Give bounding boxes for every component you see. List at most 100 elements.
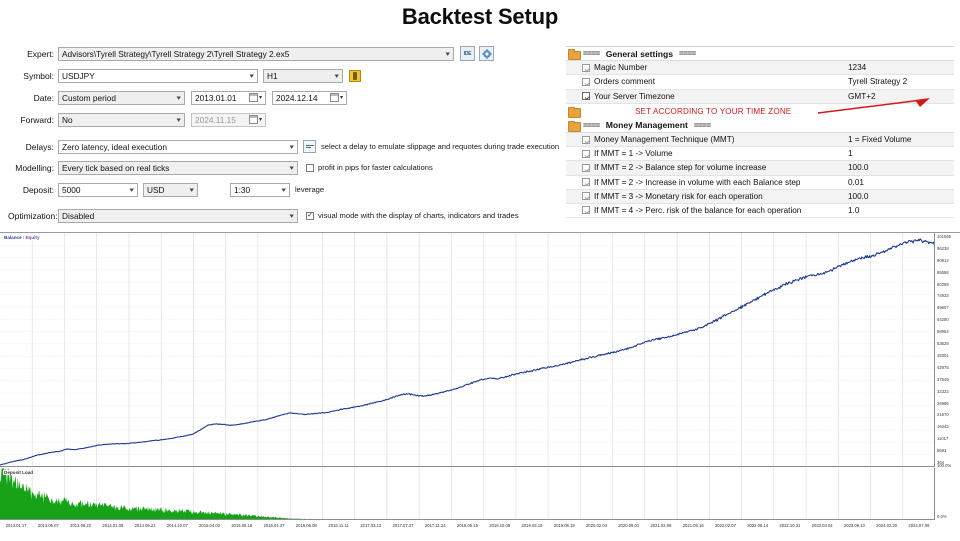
deposit-currency-select[interactable]: USD bbox=[143, 182, 198, 197]
folder-icon bbox=[568, 120, 581, 132]
header-dashes-right: ==== bbox=[693, 120, 711, 130]
equity-curve-svg bbox=[0, 233, 934, 466]
date-from-input[interactable]: 2013.01.01 ▾ bbox=[191, 90, 266, 105]
optimization-select[interactable]: Disabled bbox=[58, 208, 298, 223]
row-checkbox[interactable] bbox=[582, 63, 590, 72]
date-row: Date: Custom period 2013.01.01 ▾ 2024.12… bbox=[8, 90, 564, 105]
deposit-amount-select[interactable]: 5000 bbox=[58, 182, 138, 197]
deposit-label: Deposit: bbox=[22, 184, 54, 195]
row-checkbox[interactable] bbox=[582, 135, 590, 144]
delays-select[interactable]: Zero latency, ideal execution bbox=[58, 139, 298, 154]
visual-mode-label: visual mode with the display of charts, … bbox=[318, 211, 519, 220]
param-value[interactable]: 1.0 bbox=[844, 206, 954, 215]
expert-select[interactable]: Advisors\Tyrell Strategy\Tyrell Strategy… bbox=[58, 46, 454, 61]
modelling-select[interactable]: Every tick based on real ticks bbox=[58, 160, 298, 175]
table-row[interactable]: Money Management Technique (MMT) 1 = Fix… bbox=[566, 132, 954, 148]
expert-row: Expert: Advisors\Tyrell Strategy\Tyrell … bbox=[8, 46, 564, 61]
x-axis-tick: 2021.02.08 bbox=[650, 523, 672, 528]
row-checkbox[interactable] bbox=[582, 192, 590, 201]
x-axis-tick: 2018.10.09 bbox=[489, 523, 511, 528]
equity-legend: Balance / Equity bbox=[3, 235, 41, 240]
row-checkbox[interactable] bbox=[582, 77, 590, 86]
visual-mode-checkbox[interactable]: ✓ bbox=[306, 211, 314, 220]
param-value[interactable]: 100.0 bbox=[844, 163, 954, 172]
table-row[interactable]: Magic Number 1234 bbox=[566, 61, 954, 76]
table-row[interactable]: If MMT = 4 -> Perc. risk of the balance … bbox=[566, 203, 954, 219]
table-row[interactable]: If MMT = 2 -> Increase in volume with ea… bbox=[566, 175, 954, 190]
leverage-select[interactable]: 1:30 bbox=[230, 182, 290, 197]
expert-settings-gear-button[interactable] bbox=[479, 46, 494, 61]
chevron-down-icon: ▾ bbox=[258, 117, 262, 123]
x-axis-tick: 2018.05.15 bbox=[457, 523, 478, 528]
param-value[interactable]: 100.0 bbox=[844, 192, 954, 201]
table-row[interactable]: Orders comment Tyrell Strategy 2 bbox=[566, 75, 954, 90]
param-name: If MMT = 2 -> Balance step for volume in… bbox=[594, 163, 767, 173]
table-row[interactable]: If MMT = 3 -> Monetary risk for each ope… bbox=[566, 189, 954, 204]
table-row[interactable]: If MMT = 2 -> Balance step for volume in… bbox=[566, 161, 954, 176]
x-axis-tick: 2014.05.21 bbox=[134, 523, 156, 528]
param-name: Your Server Timezone bbox=[594, 91, 675, 101]
chevron-down-icon[interactable] bbox=[250, 70, 254, 82]
param-value[interactable]: 1234 bbox=[844, 63, 954, 72]
chevron-down-icon[interactable] bbox=[177, 114, 181, 126]
backtest-settings-form: Expert: Advisors\Tyrell Strategy\Tyrell … bbox=[8, 46, 564, 226]
chevron-down-icon[interactable] bbox=[290, 141, 294, 153]
symbol-select[interactable]: USDJPY bbox=[58, 68, 258, 83]
chevron-down-icon[interactable] bbox=[446, 48, 450, 60]
y-axis-tick: 96238 bbox=[937, 245, 949, 251]
chevron-down-icon[interactable] bbox=[290, 162, 294, 174]
chevron-down-icon[interactable] bbox=[335, 70, 339, 82]
legend-deposit-load: Deposit Load bbox=[4, 470, 34, 475]
chevron-down-icon[interactable]: ▾ bbox=[259, 94, 262, 101]
chevron-down-icon[interactable] bbox=[177, 92, 181, 104]
param-value[interactable]: 0.01 bbox=[844, 178, 954, 187]
optimization-label: Optimization: bbox=[8, 210, 58, 221]
x-axis-tick: 2015.08.18 bbox=[231, 523, 253, 528]
date-to-input[interactable]: 2024.12.14 ▾ bbox=[272, 90, 347, 105]
calendar-icon[interactable] bbox=[329, 93, 339, 102]
y-axis-tick: 5691 bbox=[937, 448, 947, 454]
chevron-down-icon[interactable] bbox=[282, 184, 286, 196]
optimization-row: Optimization: Disabled ✓ visual mode wit… bbox=[8, 208, 564, 223]
money-management-title: Money Management bbox=[605, 120, 688, 131]
chevron-down-icon[interactable] bbox=[130, 184, 134, 196]
deposit-load-pane[interactable]: Deposit Load bbox=[0, 468, 935, 520]
row-checkbox[interactable] bbox=[582, 92, 590, 101]
delays-hint: select a delay to emulate slippage and r… bbox=[321, 142, 560, 151]
forward-date-input[interactable]: 2024.11.15 ▾ bbox=[191, 112, 266, 127]
y-axis-tick: 26996 bbox=[937, 400, 949, 406]
equity-chart-pane[interactable]: Balance / Equity bbox=[0, 233, 935, 467]
chevron-down-icon[interactable] bbox=[190, 184, 194, 196]
expert-label: Expert: bbox=[27, 48, 54, 59]
chevron-down-icon[interactable] bbox=[290, 210, 294, 222]
param-value[interactable]: 1 = Fixed Volume bbox=[844, 135, 954, 144]
x-axis-tick: 2022.10.31 bbox=[779, 523, 801, 528]
delay-settings-button[interactable] bbox=[303, 140, 316, 153]
row-checkbox[interactable] bbox=[582, 163, 590, 172]
timeframe-select[interactable]: H1 bbox=[263, 68, 343, 83]
param-name: If MMT = 2 -> Increase in volume with ea… bbox=[594, 177, 801, 187]
table-row[interactable]: If MMT = 1 -> Volume 1 bbox=[566, 147, 954, 162]
ide-button[interactable]: IDE bbox=[460, 46, 475, 61]
row-checkbox[interactable] bbox=[582, 149, 590, 158]
row-checkbox[interactable] bbox=[582, 178, 590, 187]
date-period-select[interactable]: Custom period bbox=[58, 90, 185, 105]
calendar-icon[interactable] bbox=[248, 93, 258, 102]
optimization-value: Disabled bbox=[62, 210, 95, 221]
header-dashes-right: ==== bbox=[679, 49, 696, 59]
x-axis-tick: 2022.02.07 bbox=[714, 523, 736, 528]
x-axis-tick: 2019.08.19 bbox=[553, 523, 575, 528]
forward-select[interactable]: No bbox=[58, 112, 185, 127]
symbol-properties-button[interactable] bbox=[349, 69, 361, 82]
profit-in-pips-checkbox[interactable] bbox=[306, 163, 314, 172]
deposit-load-legend: Deposit Load bbox=[3, 470, 35, 475]
y-axis-tick: 48301 bbox=[937, 352, 949, 358]
money-management-header-row: ==== Money Management ==== bbox=[566, 118, 954, 133]
chevron-down-icon[interactable]: ▾ bbox=[340, 94, 343, 101]
row-checkbox[interactable] bbox=[582, 206, 590, 215]
param-value[interactable]: Tyrell Strategy 2 bbox=[844, 77, 954, 86]
param-value[interactable]: 1 bbox=[844, 149, 954, 158]
deposit-currency-value: USD bbox=[147, 184, 165, 195]
legend-balance: Balance bbox=[4, 235, 22, 240]
y-axis-bottom-percent: 100.0% bbox=[937, 463, 952, 468]
